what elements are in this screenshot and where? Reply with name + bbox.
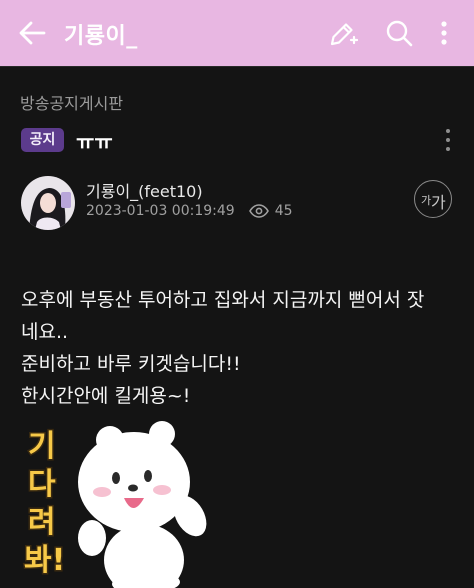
board-name[interactable]: 방송공지게시판 (20, 90, 123, 114)
more-vert-icon[interactable] (430, 18, 458, 48)
font-size-button[interactable]: 가 가 (414, 180, 452, 218)
view-count: 45 (274, 203, 293, 219)
post-title: ㅠㅠ (76, 130, 113, 154)
avatar[interactable] (21, 176, 75, 230)
pencil-plus-icon[interactable] (328, 18, 358, 48)
topbar-divider (0, 66, 474, 67)
post-more-icon[interactable] (440, 126, 456, 154)
post-date: 2023-01-03 00:19:49 (86, 203, 235, 219)
top-app-bar: 기룡이_ (0, 0, 474, 66)
author-name[interactable]: 기룡이_(feet10) (86, 178, 203, 202)
page-title: 기룡이_ (64, 24, 138, 49)
post-body: 오후에 부동산 투어하고 집와서 지금까지 뻗어서 잣 네요.. 준비하고 바루… (21, 284, 461, 412)
sticker-char-4: 봐! (24, 543, 65, 578)
sticker-char-3: 려 (28, 505, 56, 540)
post-meta: 2023-01-03 00:19:49 45 (86, 203, 293, 219)
notice-badge: 공지 (21, 128, 64, 152)
body-line: 한시간안에 킬게용~! (21, 385, 191, 407)
sticker-char-1: 기 (28, 429, 56, 464)
body-line: 준비하고 바루 키겟습니다!! (21, 353, 241, 375)
body-line: 오후에 부동산 투어하고 집와서 지금까지 뻗어서 잣 (21, 289, 425, 311)
waiting-bear-sticker: 기 다 려 봐! (23, 421, 207, 588)
font-size-small-label: 가 (421, 194, 432, 207)
back-arrow-icon[interactable] (18, 20, 46, 46)
search-icon[interactable] (384, 18, 414, 48)
eye-icon (248, 204, 269, 218)
sticker-char-2: 다 (28, 467, 56, 502)
font-size-large-label: 가 (431, 193, 446, 212)
body-line: 네요.. (21, 321, 69, 343)
